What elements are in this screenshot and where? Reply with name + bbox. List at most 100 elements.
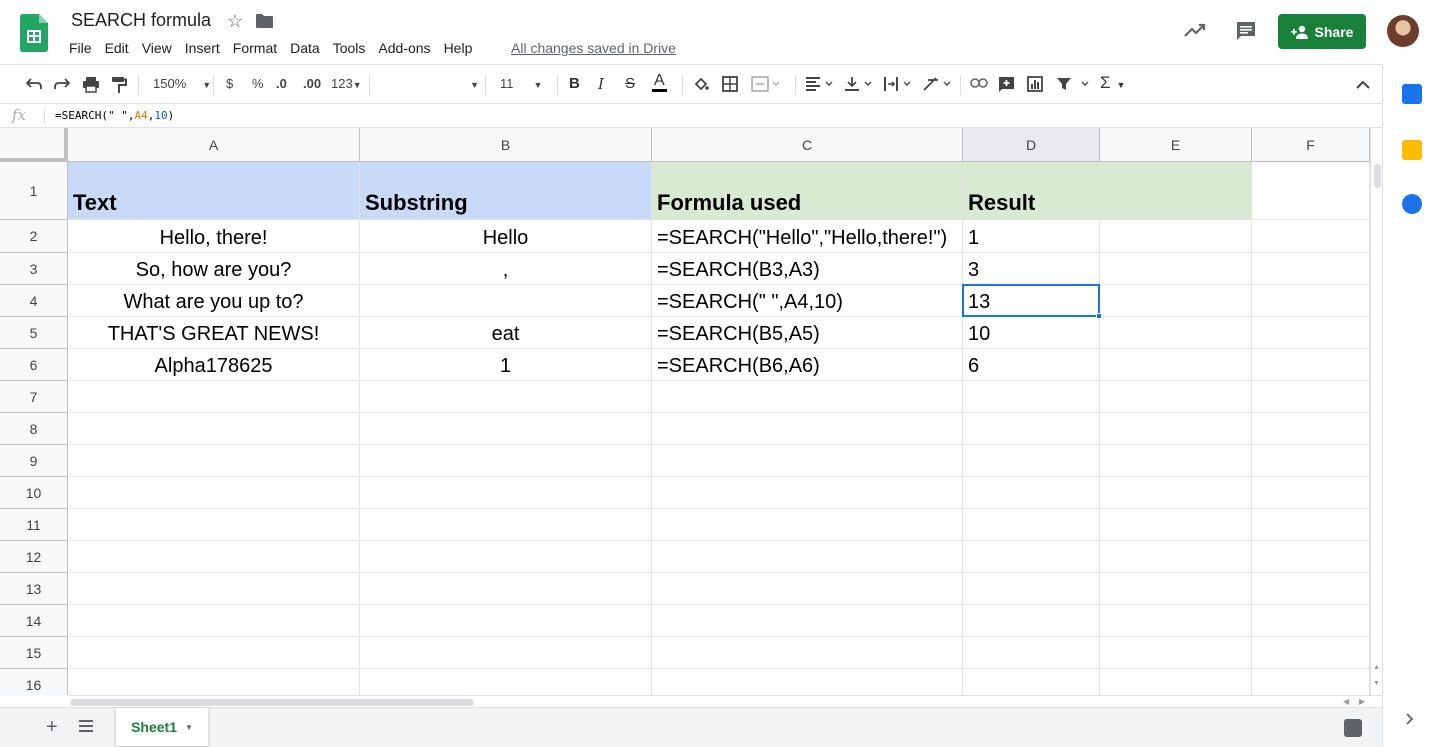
cell-f11[interactable] [1252,509,1370,541]
cell-a6[interactable]: Alpha178625 [68,349,360,381]
cell-b10[interactable] [360,477,652,509]
horizontal-scrollbar[interactable]: ◀ ▶ [68,695,1382,707]
cell-f3[interactable] [1252,253,1370,285]
cell-f6[interactable] [1252,349,1370,381]
font-size-select[interactable]: 11 ▼ [500,76,542,91]
menu-edit[interactable]: Edit [105,40,136,56]
document-title[interactable]: SEARCH formula [71,10,211,31]
row-header-7[interactable]: 7 [0,381,68,413]
cell-e12[interactable] [1100,541,1252,573]
undo-icon[interactable] [26,77,42,91]
column-header-d[interactable]: D [963,128,1100,162]
percent-format-button[interactable]: % [252,76,264,91]
fill-color-icon[interactable] [693,76,709,92]
column-header-a[interactable]: A [68,128,360,162]
cell-b5[interactable]: eat [360,317,652,349]
cell-b11[interactable] [360,509,652,541]
functions-button[interactable]: Σ ▼ [1100,73,1125,93]
horizontal-align-icon[interactable] [806,77,834,91]
cell-b2[interactable]: Hello [360,220,652,253]
cell-c14[interactable] [652,605,963,637]
cell-c4[interactable]: =SEARCH(" ",A4,10) [652,285,963,317]
scroll-left-arrow[interactable]: ◀ [1343,697,1349,706]
cell-d12[interactable] [963,541,1100,573]
cell-c2[interactable]: =SEARCH("Hello","Hello,there!") [652,220,963,253]
fill-handle[interactable] [1096,313,1102,319]
cell-c11[interactable] [652,509,963,541]
bold-button[interactable]: B [569,75,580,92]
cell-a14[interactable] [68,605,360,637]
vertical-align-icon[interactable] [845,76,873,92]
cell-f14[interactable] [1252,605,1370,637]
cell-a12[interactable] [68,541,360,573]
cell-a4[interactable]: What are you up to? [68,285,360,317]
cell-b15[interactable] [360,637,652,669]
menu-view[interactable]: View [142,40,179,56]
cell-e6[interactable] [1100,349,1252,381]
cell-c13[interactable] [652,573,963,605]
cell-d14[interactable] [963,605,1100,637]
cell-e5[interactable] [1100,317,1252,349]
cell-b3[interactable]: , [360,253,652,285]
activity-trend-icon[interactable] [1184,22,1206,38]
filter-icon[interactable] [1056,77,1090,91]
row-header-9[interactable]: 9 [0,445,68,477]
cell-a10[interactable] [68,477,360,509]
cell-d5[interactable]: 10 [963,317,1100,349]
save-status-link[interactable]: All changes saved in Drive [511,40,676,56]
cell-b14[interactable] [360,605,652,637]
cell-d1[interactable]: Result [963,162,1100,220]
row-header-5[interactable]: 5 [0,317,68,349]
menu-format[interactable]: Format [233,40,284,56]
cell-b12[interactable] [360,541,652,573]
cell-a1[interactable]: Text [68,162,360,220]
cell-f15[interactable] [1252,637,1370,669]
cell-a15[interactable] [68,637,360,669]
cell-e13[interactable] [1100,573,1252,605]
cell-b6[interactable]: 1 [360,349,652,381]
cell-c15[interactable] [652,637,963,669]
cell-b8[interactable] [360,413,652,445]
cell-a5[interactable]: THAT'S GREAT NEWS! [68,317,360,349]
cell-b4[interactable] [360,285,652,317]
text-rotation-icon[interactable] [922,76,952,92]
cell-e15[interactable] [1100,637,1252,669]
scroll-up-arrow[interactable]: ▲ [1373,664,1380,671]
cell-c7[interactable] [652,381,963,413]
explore-icon[interactable] [1344,719,1362,737]
paint-format-icon[interactable] [111,76,127,94]
row-header-6[interactable]: 6 [0,349,68,381]
cell-e11[interactable] [1100,509,1252,541]
row-header-11[interactable]: 11 [0,509,68,541]
cell-e10[interactable] [1100,477,1252,509]
vertical-scroll-thumb[interactable] [1374,164,1381,188]
zoom-select[interactable]: 150% ▼ [153,76,211,91]
cell-a9[interactable] [68,445,360,477]
text-wrapping-icon[interactable] [884,76,912,92]
row-header-3[interactable]: 3 [0,253,68,285]
cell-f8[interactable] [1252,413,1370,445]
cell-c1[interactable]: Formula used [652,162,963,220]
decrease-decimal-button[interactable]: .0 [276,76,287,91]
italic-button[interactable]: I [598,75,604,93]
comment-icon[interactable] [1236,21,1256,41]
cell-d10[interactable] [963,477,1100,509]
add-sheet-icon[interactable]: + [46,716,58,739]
row-header-13[interactable]: 13 [0,573,68,605]
cell-a7[interactable] [68,381,360,413]
cell-c6[interactable]: =SEARCH(B6,A6) [652,349,963,381]
insert-link-icon[interactable] [970,78,988,88]
account-avatar[interactable] [1387,15,1419,47]
cell-c12[interactable] [652,541,963,573]
borders-icon[interactable] [722,76,738,92]
menu-insert[interactable]: Insert [185,40,227,56]
cell-c9[interactable] [652,445,963,477]
share-button[interactable]: Share [1278,14,1366,49]
column-header-e[interactable]: E [1100,128,1252,162]
cell-f2[interactable] [1252,220,1370,253]
cell-f4[interactable] [1252,285,1370,317]
cell-a11[interactable] [68,509,360,541]
cell-c8[interactable] [652,413,963,445]
cell-b16[interactable] [360,669,652,695]
horizontal-scroll-thumb[interactable] [70,699,474,706]
